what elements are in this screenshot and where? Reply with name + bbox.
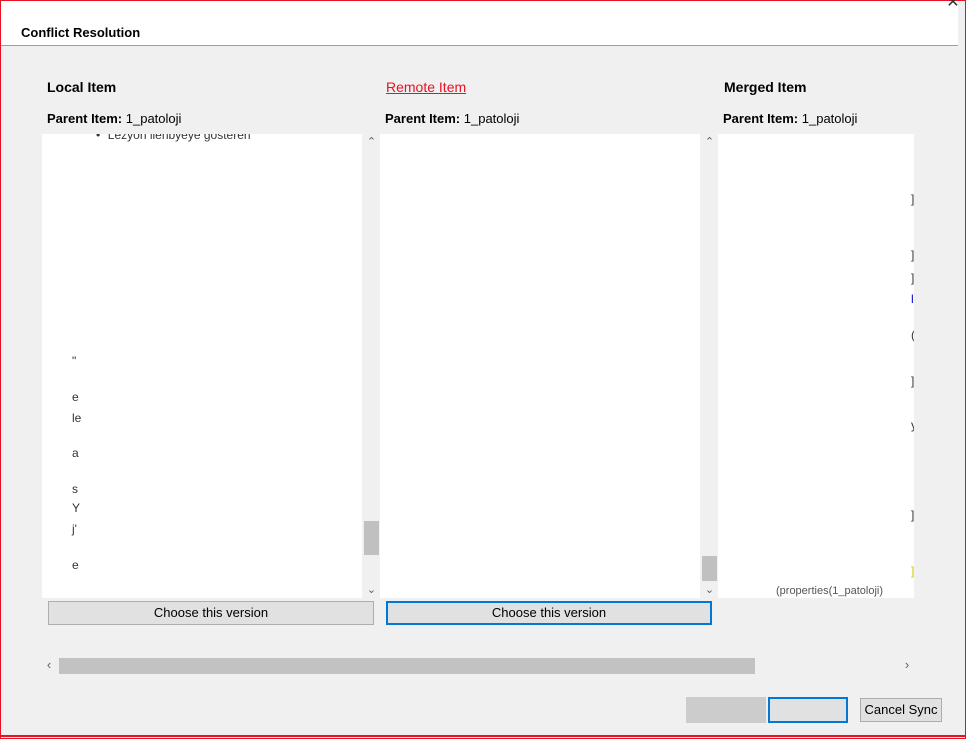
- merged-parent-item: Parent Item: 1_patoloji: [723, 111, 857, 126]
- merged-fragment: ]: [911, 374, 914, 388]
- local-fragment: s: [72, 482, 78, 496]
- window-bottom-border: [0, 735, 966, 737]
- remote-content-pane[interactable]: [380, 134, 700, 598]
- merged-parent-value: 1_patoloji: [801, 111, 858, 126]
- remote-parent-item: Parent Item: 1_patoloji: [385, 111, 519, 126]
- local-vertical-scrollbar[interactable]: ⌃ ⌄: [363, 134, 380, 598]
- merged-fragment: ]: [911, 564, 914, 578]
- local-fragment: e: [72, 390, 79, 404]
- scroll-left-icon[interactable]: ‹: [40, 656, 58, 674]
- remote-vertical-scrollbar[interactable]: ⌃ ⌄: [701, 134, 718, 598]
- local-parent-label: Parent Item:: [47, 111, 123, 126]
- close-icon[interactable]: ✕: [944, 0, 962, 12]
- cancel-sync-button[interactable]: Cancel Sync: [860, 698, 942, 722]
- merged-content-pane[interactable]: ] ] ] l ( ] y ] ] (properties(1_patoloji…: [718, 134, 914, 598]
- scroll-down-icon[interactable]: ⌄: [363, 582, 380, 598]
- dialog-titlebar: Conflict Resolution: [1, 1, 958, 46]
- horizontal-scrollbar[interactable]: ‹ ›: [40, 656, 916, 674]
- local-fragment: e: [72, 558, 79, 572]
- scroll-right-icon[interactable]: ›: [898, 656, 916, 674]
- merged-fragment: ]: [911, 271, 914, 285]
- merged-item-header: Merged Item: [724, 79, 807, 95]
- focused-footer-button[interactable]: [768, 697, 848, 723]
- local-fragment: j': [72, 522, 77, 536]
- remote-parent-label: Parent Item:: [385, 111, 461, 126]
- local-content-pane[interactable]: • "Lezyon lienbyeye gösteren " e le a s …: [42, 134, 362, 598]
- merged-fragment: y: [911, 418, 914, 432]
- choose-remote-version-button[interactable]: Choose this version: [386, 601, 712, 625]
- merged-fragment: (properties(1_patoloji): [776, 585, 883, 597]
- merged-parent-label: Parent Item:: [723, 111, 799, 126]
- remote-parent-value: 1_patoloji: [463, 111, 520, 126]
- local-scroll-thumb[interactable]: [364, 521, 379, 555]
- scroll-down-icon[interactable]: ⌄: [701, 582, 718, 598]
- local-fragment: Y: [72, 501, 81, 515]
- local-fragment: le: [72, 411, 82, 425]
- dialog-title: Conflict Resolution: [21, 25, 141, 40]
- merged-fragment: l: [911, 292, 914, 306]
- choose-local-version-button[interactable]: Choose this version: [48, 601, 374, 625]
- local-parent-item: Parent Item: 1_patoloji: [47, 111, 181, 126]
- horizontal-scroll-thumb[interactable]: [59, 658, 755, 674]
- local-fragment: • "Lezyon lienbyeye gösteren: [96, 134, 251, 142]
- merged-fragment: ]: [911, 248, 914, 262]
- local-item-header: Local Item: [47, 79, 117, 95]
- merged-fragment: (: [911, 328, 914, 342]
- remote-item-header[interactable]: Remote Item: [386, 79, 466, 95]
- local-fragment: a: [72, 446, 79, 460]
- local-fragment: ": [72, 354, 77, 368]
- scroll-up-icon[interactable]: ⌃: [701, 134, 718, 150]
- merged-fragment: ]: [911, 508, 914, 522]
- remote-scroll-thumb[interactable]: [702, 556, 717, 581]
- local-parent-value: 1_patoloji: [125, 111, 182, 126]
- scroll-up-icon[interactable]: ⌃: [363, 134, 380, 150]
- disabled-footer-button: [686, 697, 766, 723]
- merged-fragment: ]: [911, 192, 914, 206]
